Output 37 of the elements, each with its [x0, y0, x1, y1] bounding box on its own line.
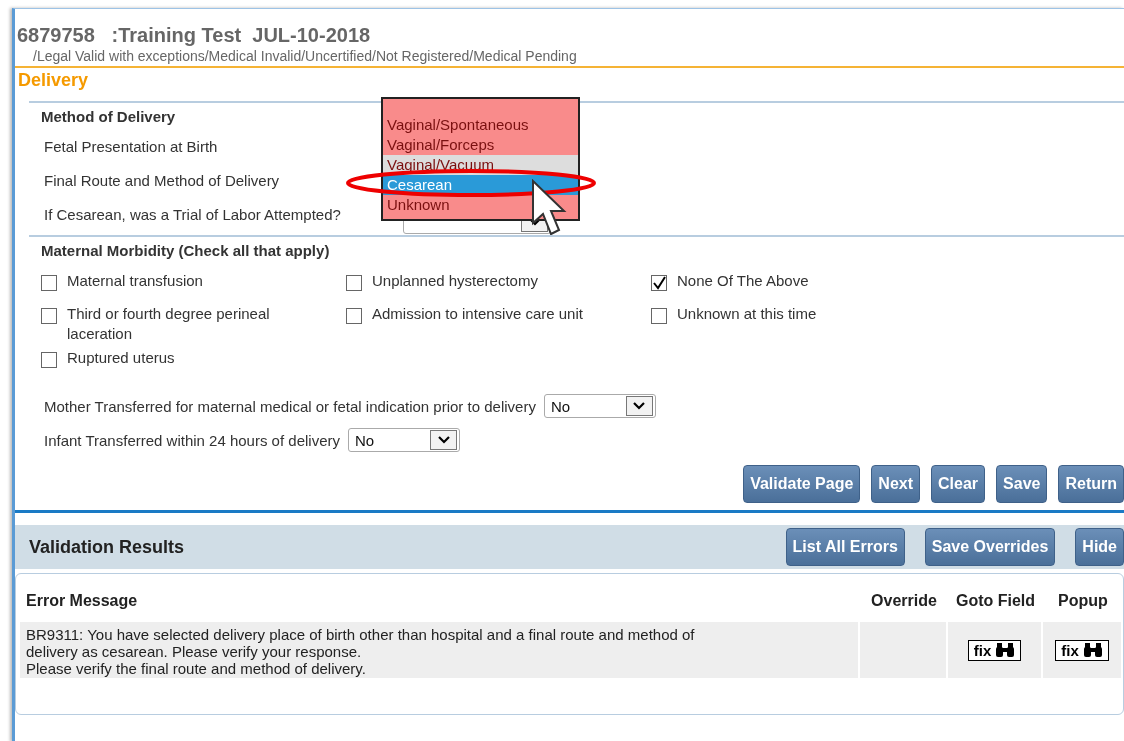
field-label: Mother Transferred for maternal medical or fetal indication prior to delivery: [44, 397, 536, 415]
checkbox-label: None Of The Above: [677, 271, 810, 291]
field-label: Infant Transferred within 24 hours of delivery: [44, 431, 340, 449]
page-button[interactable]: Next: [871, 465, 921, 503]
record-title: 6879758 :Training Test JUL-10-2018: [16, 23, 372, 47]
checkbox-label: Admission to intensive care unit: [372, 304, 584, 324]
column-header: Error Message: [25, 591, 139, 611]
checkbox-label: Third or fourth degree perineal laceration: [67, 304, 271, 344]
page-button[interactable]: Return: [1058, 465, 1124, 503]
page-button[interactable]: Save: [996, 465, 1048, 503]
section-title: Maternal Morbidity (Check all that apply): [41, 242, 330, 261]
goto-fix-button[interactable]: fix: [967, 639, 1022, 661]
checkbox-label: Ruptured uterus: [67, 348, 176, 368]
dropdown-option[interactable]: Vaginal/Forceps: [383, 135, 578, 155]
error-message-line: Please verify the final route and method of delivery.: [26, 660, 367, 677]
select-field[interactable]: No: [348, 428, 460, 452]
error-message-line: BR9311: You have selected delivery place of birth other than hospital and a final route and method of: [26, 626, 696, 643]
select-field[interactable]: No: [543, 394, 656, 418]
column-header: Popup: [1057, 591, 1109, 611]
validation-button[interactable]: Save Overrides: [924, 528, 1056, 566]
checkbox-label: Maternal transfusion: [67, 271, 204, 291]
section-title: Method of Delivery: [41, 108, 176, 127]
popup-fix-button[interactable]: fix: [1055, 639, 1109, 661]
dropdown-option[interactable]: Unknown: [383, 195, 578, 215]
record-status: /Legal Valid with exceptions/Medical Invalid/Uncertified/Not Registered/Medical Pending: [32, 47, 578, 66]
column-header: Override: [870, 591, 938, 611]
page-button[interactable]: Clear: [931, 465, 986, 503]
checkbox-label: Unknown at this time: [677, 304, 818, 324]
dropdown-option[interactable]: Vaginal/Spontaneous: [383, 115, 578, 135]
validation-title: Validation Results: [29, 536, 186, 558]
error-message-line: delivery as cesarean. Please verify your response.: [26, 643, 363, 660]
field-label: If Cesarean, was a Trial of Labor Attempted?: [44, 205, 342, 223]
validation-button[interactable]: List All Errors: [785, 528, 905, 566]
page-button[interactable]: Validate Page: [743, 465, 861, 503]
validation-button[interactable]: Hide: [1075, 528, 1124, 566]
checkbox-label: Unplanned hysterectomy: [372, 271, 539, 291]
column-header: Goto Field: [954, 591, 1037, 611]
